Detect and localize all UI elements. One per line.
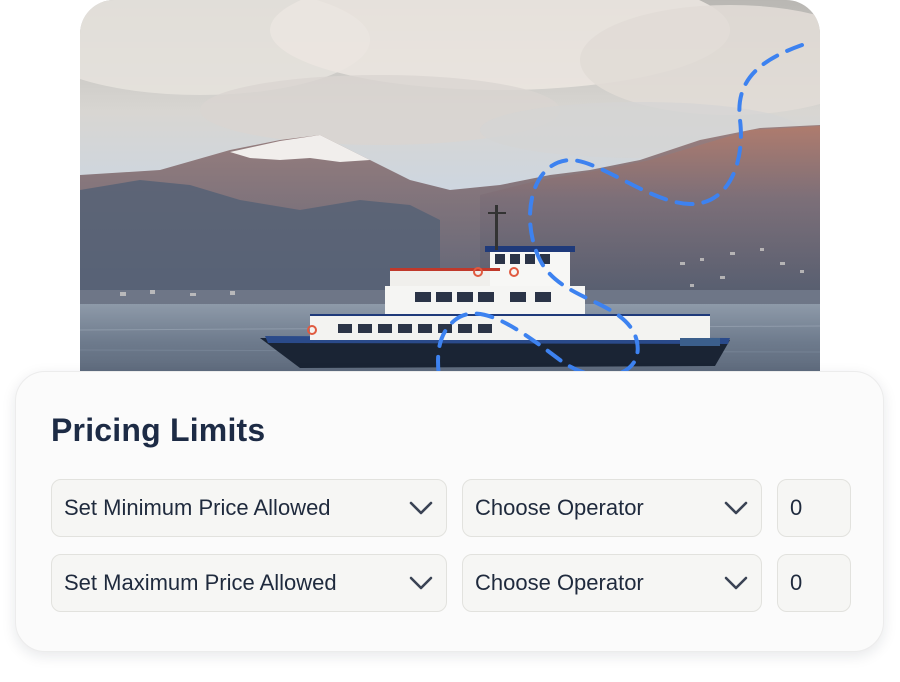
min-price-value-input[interactable]	[790, 495, 840, 521]
pricing-limits-card: Pricing Limits Set Minimum Price Allowed…	[15, 371, 884, 652]
chevron-down-icon	[409, 501, 433, 515]
min-price-operator-label: Choose Operator	[475, 495, 644, 520]
min-price-limit-label: Set Minimum Price Allowed	[64, 495, 331, 520]
max-price-operator-label: Choose Operator	[475, 570, 644, 595]
card-title: Pricing Limits	[51, 412, 266, 448]
min-price-operator-select[interactable]: Choose Operator	[462, 479, 762, 537]
max-price-limit-label: Set Maximum Price Allowed	[64, 570, 337, 595]
max-price-value-input[interactable]	[790, 570, 840, 596]
max-price-operator-select[interactable]: Choose Operator	[462, 554, 762, 612]
ferry-lake-image	[80, 0, 820, 382]
chevron-down-icon	[724, 501, 748, 515]
min-price-limit-select[interactable]: Set Minimum Price Allowed	[51, 479, 447, 537]
pricing-limits-screen: Pricing Limits Set Minimum Price Allowed…	[0, 0, 900, 682]
hero-photo	[80, 0, 820, 382]
max-price-value-field[interactable]	[777, 554, 851, 612]
chevron-down-icon	[409, 576, 433, 590]
chevron-down-icon	[724, 576, 748, 590]
max-price-limit-select[interactable]: Set Maximum Price Allowed	[51, 554, 447, 612]
min-price-value-field[interactable]	[777, 479, 851, 537]
